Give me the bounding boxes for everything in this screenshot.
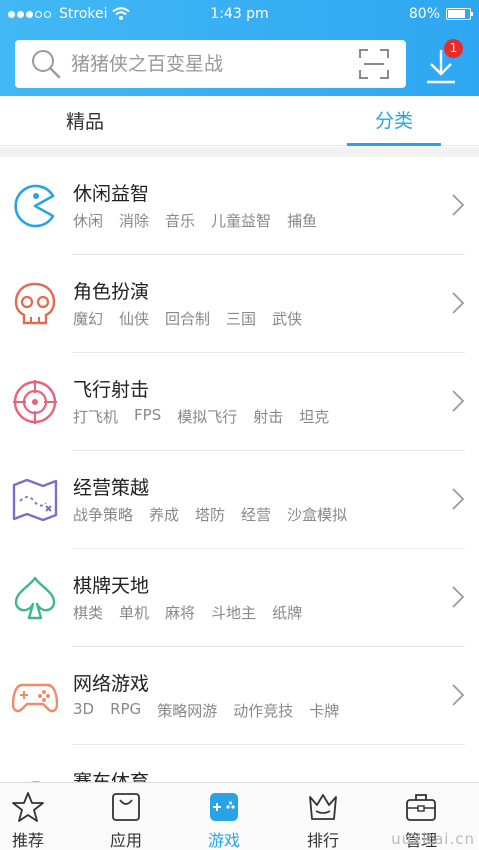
category-tag[interactable]: 魔幻 (73, 308, 103, 329)
category-tag[interactable]: 仙侠 (119, 308, 149, 329)
star-icon (12, 792, 44, 822)
tabbar-label: 排行 (306, 831, 339, 850)
category-tag[interactable]: RPG (110, 700, 141, 721)
category-tag[interactable]: 打飞机 (73, 406, 118, 427)
tab-category[interactable]: 分类 (347, 96, 441, 146)
category-title: 休闲益智 (73, 183, 150, 205)
search-bar[interactable] (15, 40, 406, 88)
top-tabs: 精品 分类 (0, 96, 479, 146)
category-tag[interactable]: 塔防 (195, 504, 225, 525)
category-tags: 战争策略 养成 塔防 经营 沙盒模拟 (73, 504, 347, 525)
category-row-rpg[interactable]: 角色扮演 魔幻 仙侠 回合制 三国 武侠 (0, 255, 479, 353)
game-icon (210, 793, 238, 821)
search-input[interactable] (71, 53, 351, 75)
tabbar-label: 应用 (109, 831, 142, 850)
battery-status: 80% (408, 6, 473, 22)
map-icon (12, 478, 58, 522)
category-tag[interactable]: 3D (73, 700, 94, 721)
category-tag[interactable]: 棋类 (73, 602, 103, 623)
category-tag[interactable]: 音乐 (165, 210, 195, 231)
skull-icon (14, 282, 56, 325)
category-tag[interactable]: 养成 (149, 504, 179, 525)
category-title: 飞行射击 (73, 379, 150, 401)
category-tag[interactable]: FPS (134, 406, 161, 427)
category-row-casual[interactable]: 休闲益智 休闲 消除 音乐 儿童益智 捕鱼 (0, 157, 479, 255)
category-tag[interactable]: 战争策略 (73, 504, 133, 525)
spade-icon (14, 576, 56, 620)
category-tags: 魔幻 仙侠 回合制 三国 武侠 (73, 308, 302, 329)
category-tag[interactable]: 沙盒模拟 (287, 504, 347, 525)
gamepad-icon (12, 683, 58, 713)
app-header: Strokei 1:43 pm 80% 1 (0, 0, 479, 96)
tab-featured[interactable]: 精品 (40, 96, 130, 146)
tabbar-label: 游戏 (207, 831, 240, 850)
category-row-racing[interactable]: 赛车体育 (0, 745, 479, 782)
crosshair-icon (13, 380, 57, 424)
category-tag[interactable]: 捕鱼 (287, 210, 317, 231)
category-tag[interactable]: 卡牌 (309, 700, 339, 721)
racing-icon (30, 781, 41, 782)
category-tag[interactable]: 消除 (119, 210, 149, 231)
category-row-strategy[interactable]: 经营策越 战争策略 养成 塔防 经营 沙盒模拟 (0, 451, 479, 549)
tabbar-apps[interactable]: 应用 (86, 783, 166, 850)
chevron-right-icon (452, 194, 465, 216)
category-tag[interactable]: 麻将 (165, 602, 195, 623)
chevron-right-icon (452, 390, 465, 412)
tabbar-games[interactable]: 游戏 (184, 783, 264, 850)
category-tags: 棋类 单机 麻将 斗地主 纸牌 (73, 602, 302, 623)
tabbar-recommend[interactable]: 推荐 (0, 783, 68, 850)
status-bar: Strokei 1:43 pm 80% (0, 0, 479, 30)
chevron-right-icon (452, 586, 465, 608)
category-title: 经营策越 (73, 477, 150, 499)
category-row-shooting[interactable]: 飞行射击 打飞机 FPS 模拟飞行 射击 坦克 (0, 353, 479, 451)
category-tag[interactable]: 回合制 (165, 308, 210, 329)
pacman-icon (14, 184, 55, 228)
status-time: 1:43 pm (210, 6, 269, 22)
toolbox-icon (406, 794, 436, 821)
tabbar-ranking[interactable]: 排行 (283, 783, 363, 850)
bag-icon (112, 793, 140, 821)
category-title: 棋牌天地 (73, 575, 150, 597)
category-tag[interactable]: 策略网游 (157, 700, 217, 721)
category-row-board[interactable]: 棋牌天地 棋类 单机 麻将 斗地主 纸牌 (0, 549, 479, 647)
category-list: 休闲益智 休闲 消除 音乐 儿童益智 捕鱼 角色扮演 魔幻 仙侠 回合制 三国 … (0, 157, 479, 782)
category-tags: 休闲 消除 音乐 儿童益智 捕鱼 (73, 210, 317, 231)
category-tag[interactable]: 模拟飞行 (177, 406, 237, 427)
category-tag[interactable]: 纸牌 (272, 602, 302, 623)
crown-icon (309, 794, 337, 820)
category-title: 赛车体育 (73, 771, 150, 782)
tabbar-label: 推荐 (11, 831, 44, 850)
category-title: 角色扮演 (73, 281, 150, 303)
chevron-right-icon (452, 488, 465, 510)
category-tag[interactable]: 射击 (253, 406, 283, 427)
category-tag[interactable]: 单机 (119, 602, 149, 623)
category-row-online[interactable]: 网络游戏 3D RPG 策略网游 动作竞技 卡牌 (0, 647, 479, 745)
category-tag[interactable]: 儿童益智 (211, 210, 271, 231)
category-tags: 打飞机 FPS 模拟飞行 射击 坦克 (73, 406, 329, 427)
battery-percent: 80% (408, 6, 440, 22)
search-icon[interactable] (29, 47, 63, 81)
scan-icon[interactable] (358, 48, 390, 80)
battery-icon (446, 8, 473, 20)
chevron-right-icon (452, 684, 465, 706)
category-tag[interactable]: 动作竞技 (233, 700, 293, 721)
section-gap (0, 147, 479, 157)
category-tags: 3D RPG 策略网游 动作竞技 卡牌 (73, 700, 339, 721)
category-title: 网络游戏 (73, 673, 150, 695)
watermark-text: uuxitai.cn (391, 830, 475, 848)
download-count-badge: 1 (444, 39, 463, 58)
category-tag[interactable]: 休闲 (73, 210, 103, 231)
category-tag[interactable]: 武侠 (272, 308, 302, 329)
category-tag[interactable]: 坦克 (299, 406, 329, 427)
category-tag[interactable]: 斗地主 (211, 602, 256, 623)
chevron-right-icon (452, 292, 465, 314)
category-tag[interactable]: 三国 (226, 308, 256, 329)
category-tag[interactable]: 经营 (241, 504, 271, 525)
